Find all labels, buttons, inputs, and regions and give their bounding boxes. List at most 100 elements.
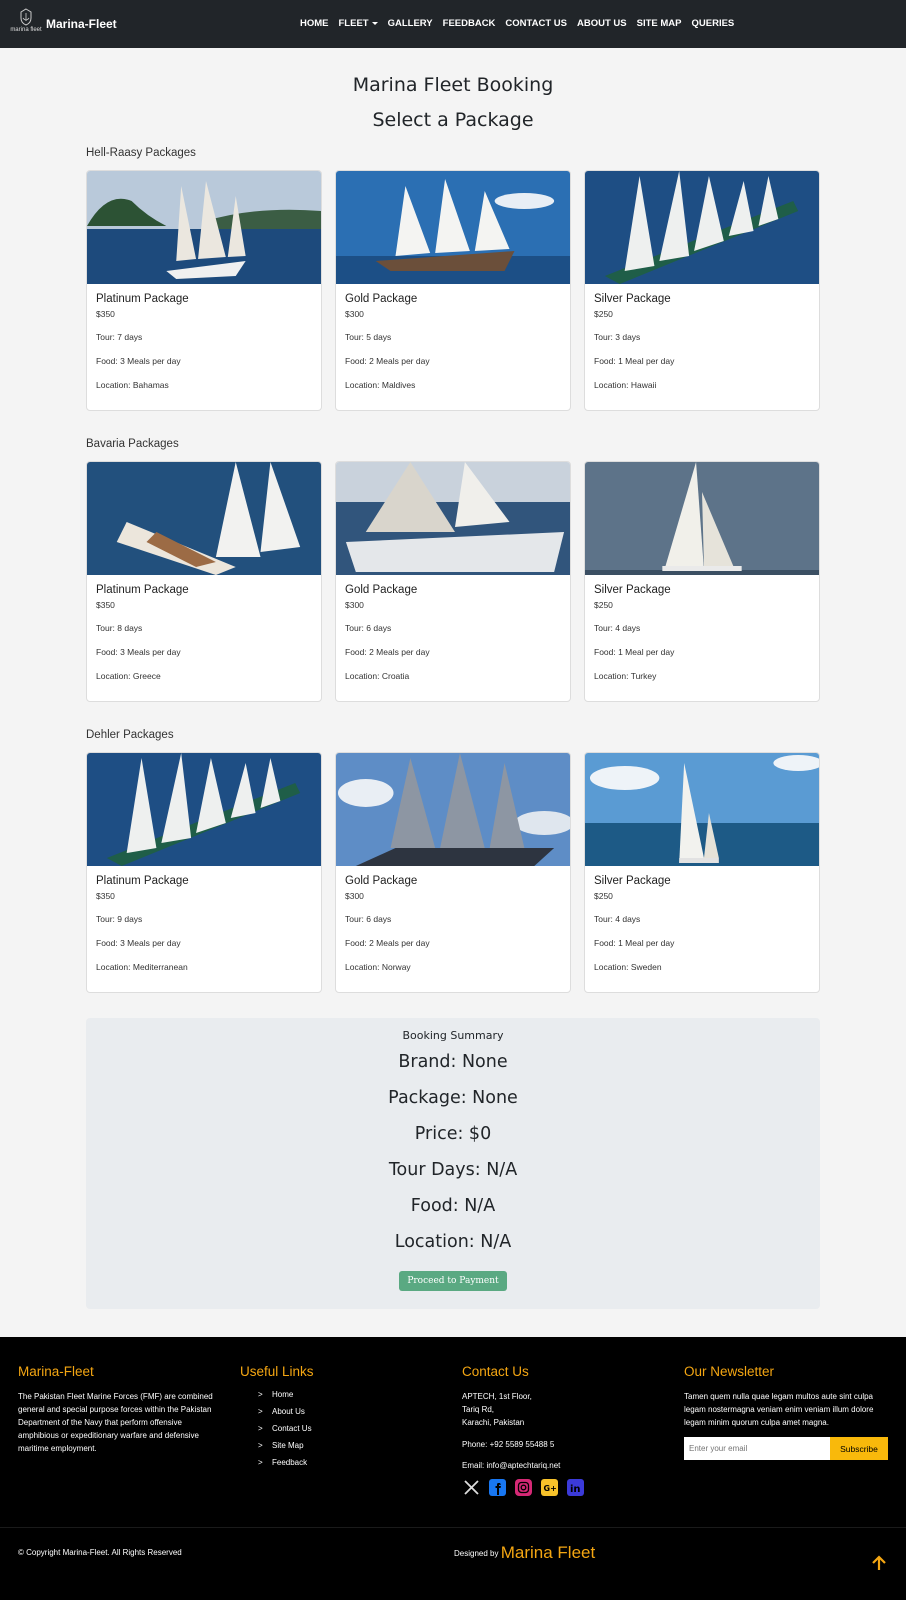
google-plus-icon[interactable]: G+ xyxy=(540,1478,558,1496)
package-card-hell-raasy-gold[interactable]: Gold Package $300 Tour: 5 days Food: 2 M… xyxy=(335,170,571,411)
card-title: Silver Package xyxy=(594,293,671,305)
card-price: $350 xyxy=(96,600,115,610)
card-tour: Tour: 5 days xyxy=(345,332,392,342)
card-food: Food: 1 Meal per day xyxy=(594,647,675,657)
package-card-hell-raasy-silver[interactable]: Silver Package $250 Tour: 3 days Food: 1… xyxy=(584,170,820,411)
card-tour: Tour: 4 days xyxy=(594,623,641,633)
nav-contact-us[interactable]: CONTACT US xyxy=(505,18,567,29)
card-food: Food: 3 Meals per day xyxy=(96,938,181,948)
yacht-image xyxy=(87,753,321,866)
package-card-dehler-gold[interactable]: Gold Package $300 Tour: 6 days Food: 2 M… xyxy=(335,752,571,993)
nav-site-map[interactable]: SITE MAP xyxy=(637,18,682,29)
footer-contact-heading: Contact Us xyxy=(462,1364,529,1379)
caret-down-icon xyxy=(371,21,378,25)
package-card-dehler-platinum[interactable]: Platinum Package $350 Tour: 9 days Food:… xyxy=(86,752,322,993)
package-card-bavaria-gold[interactable]: Gold Package $300 Tour: 6 days Food: 2 M… xyxy=(335,461,571,702)
footer-divider xyxy=(0,1527,906,1528)
footer-contact: Contact Us APTECH, 1st Floor, Tariq Rd, … xyxy=(462,1364,652,1496)
brand-name[interactable]: Marina-Fleet xyxy=(46,17,117,31)
yacht-image xyxy=(336,753,570,866)
svg-text:in: in xyxy=(570,1484,581,1495)
chevron-right-icon: > xyxy=(258,1390,263,1399)
package-card-dehler-silver[interactable]: Silver Package $250 Tour: 4 days Food: 1… xyxy=(584,752,820,993)
card-tour: Tour: 7 days xyxy=(96,332,143,342)
card-location: Location: Bahamas xyxy=(96,380,169,390)
proceed-to-payment-button[interactable]: Proceed to Payment xyxy=(399,1271,507,1291)
card-tour: Tour: 6 days xyxy=(345,623,392,633)
footer-about-heading: Marina-Fleet xyxy=(18,1364,94,1379)
footer-link-label: Contact Us xyxy=(272,1424,312,1433)
footer-link-site-map[interactable]: > Site Map xyxy=(258,1441,420,1458)
nav-fleet-dropdown[interactable]: FLEET xyxy=(339,18,378,29)
package-card-hell-raasy-platinum[interactable]: Platinum Package $350 Tour: 7 days Food:… xyxy=(86,170,322,411)
footer-link-label: Site Map xyxy=(272,1441,304,1450)
newsletter-email-input[interactable] xyxy=(684,1437,830,1460)
svg-text:G+: G+ xyxy=(543,1484,556,1493)
yacht-image xyxy=(87,462,321,575)
card-food: Food: 3 Meals per day xyxy=(96,356,181,366)
designed-by-name[interactable]: Marina Fleet xyxy=(501,1543,595,1562)
designed-by-label: Designed by xyxy=(454,1549,499,1558)
summary-tour-days: Tour Days: N/A xyxy=(388,1160,518,1180)
footer-link-feedback[interactable]: > Feedback xyxy=(258,1458,420,1475)
card-title: Platinum Package xyxy=(96,293,189,305)
card-title: Platinum Package xyxy=(96,584,189,596)
chevron-right-icon: > xyxy=(258,1458,263,1467)
facebook-icon[interactable] xyxy=(488,1478,506,1496)
footer-link-home[interactable]: > Home xyxy=(258,1390,420,1407)
card-food: Food: 1 Meal per day xyxy=(594,356,675,366)
card-location: Location: Croatia xyxy=(345,671,410,681)
linkedin-icon[interactable]: in xyxy=(566,1478,584,1496)
summary-location: Location: N/A xyxy=(394,1232,512,1252)
logo[interactable]: marina fleet xyxy=(8,8,44,40)
chevron-right-icon: > xyxy=(258,1441,263,1450)
footer-address-line-1: APTECH, 1st Floor, xyxy=(462,1392,532,1401)
card-price: $300 xyxy=(345,309,364,319)
footer-link-contact-us[interactable]: > Contact Us xyxy=(258,1424,420,1441)
yacht-image xyxy=(336,462,570,575)
card-price: $250 xyxy=(594,309,613,319)
x-twitter-icon[interactable] xyxy=(462,1478,480,1496)
card-title: Silver Package xyxy=(594,875,671,887)
card-title: Gold Package xyxy=(345,584,418,596)
card-title: Gold Package xyxy=(345,293,418,305)
card-location: Location: Norway xyxy=(345,962,411,972)
footer-newsletter-text: Tamen quem nulla quae legam multos aute … xyxy=(684,1392,874,1427)
card-price: $350 xyxy=(96,309,115,319)
nav-feedback[interactable]: FEEDBACK xyxy=(443,18,496,29)
summary-brand: Brand: None xyxy=(398,1052,508,1072)
card-price: $300 xyxy=(345,891,364,901)
card-title: Platinum Package xyxy=(96,875,189,887)
yacht-image xyxy=(585,462,819,575)
footer-about-text: The Pakistan Fleet Marine Forces (FMF) a… xyxy=(18,1392,213,1453)
yacht-image xyxy=(336,171,570,284)
card-food: Food: 2 Meals per day xyxy=(345,647,430,657)
subscribe-button[interactable]: Subscribe xyxy=(830,1437,888,1460)
summary-title: Booking Summary xyxy=(402,1029,504,1042)
newsletter-form: Subscribe xyxy=(684,1437,890,1460)
nav-gallery[interactable]: GALLERY xyxy=(388,18,433,29)
logo-crest-icon xyxy=(20,8,32,26)
navbar: marina fleet Marina-Fleet HOME FLEET GAL… xyxy=(0,0,906,48)
group-title-bavaria: Bavaria Packages xyxy=(86,438,179,450)
package-card-bavaria-silver[interactable]: Silver Package $250 Tour: 4 days Food: 1… xyxy=(584,461,820,702)
footer-newsletter: Our Newsletter Tamen quem nulla quae leg… xyxy=(684,1364,890,1460)
package-card-bavaria-platinum[interactable]: Platinum Package $350 Tour: 8 days Food:… xyxy=(86,461,322,702)
card-price: $250 xyxy=(594,600,613,610)
yacht-image xyxy=(585,171,819,284)
card-food: Food: 1 Meal per day xyxy=(594,938,675,948)
footer-phone: Phone: +92 5589 55488 5 xyxy=(462,1440,555,1449)
group-title-dehler: Dehler Packages xyxy=(86,729,174,741)
chevron-right-icon: > xyxy=(258,1407,263,1416)
back-to-top-arrow-icon[interactable] xyxy=(870,1554,888,1572)
footer-link-about-us[interactable]: > About Us xyxy=(258,1407,420,1424)
nav-home[interactable]: HOME xyxy=(300,18,329,29)
card-title: Gold Package xyxy=(345,875,418,887)
copyright: © Copyright Marina-Fleet. All Rights Res… xyxy=(18,1548,182,1557)
nav-queries[interactable]: QUERIES xyxy=(692,18,735,29)
nav-about-us[interactable]: ABOUT US xyxy=(577,18,627,29)
card-price: $300 xyxy=(345,600,364,610)
card-price: $250 xyxy=(594,891,613,901)
instagram-icon[interactable] xyxy=(514,1478,532,1496)
footer-email: Email: info@aptechtariq.net xyxy=(462,1461,561,1470)
